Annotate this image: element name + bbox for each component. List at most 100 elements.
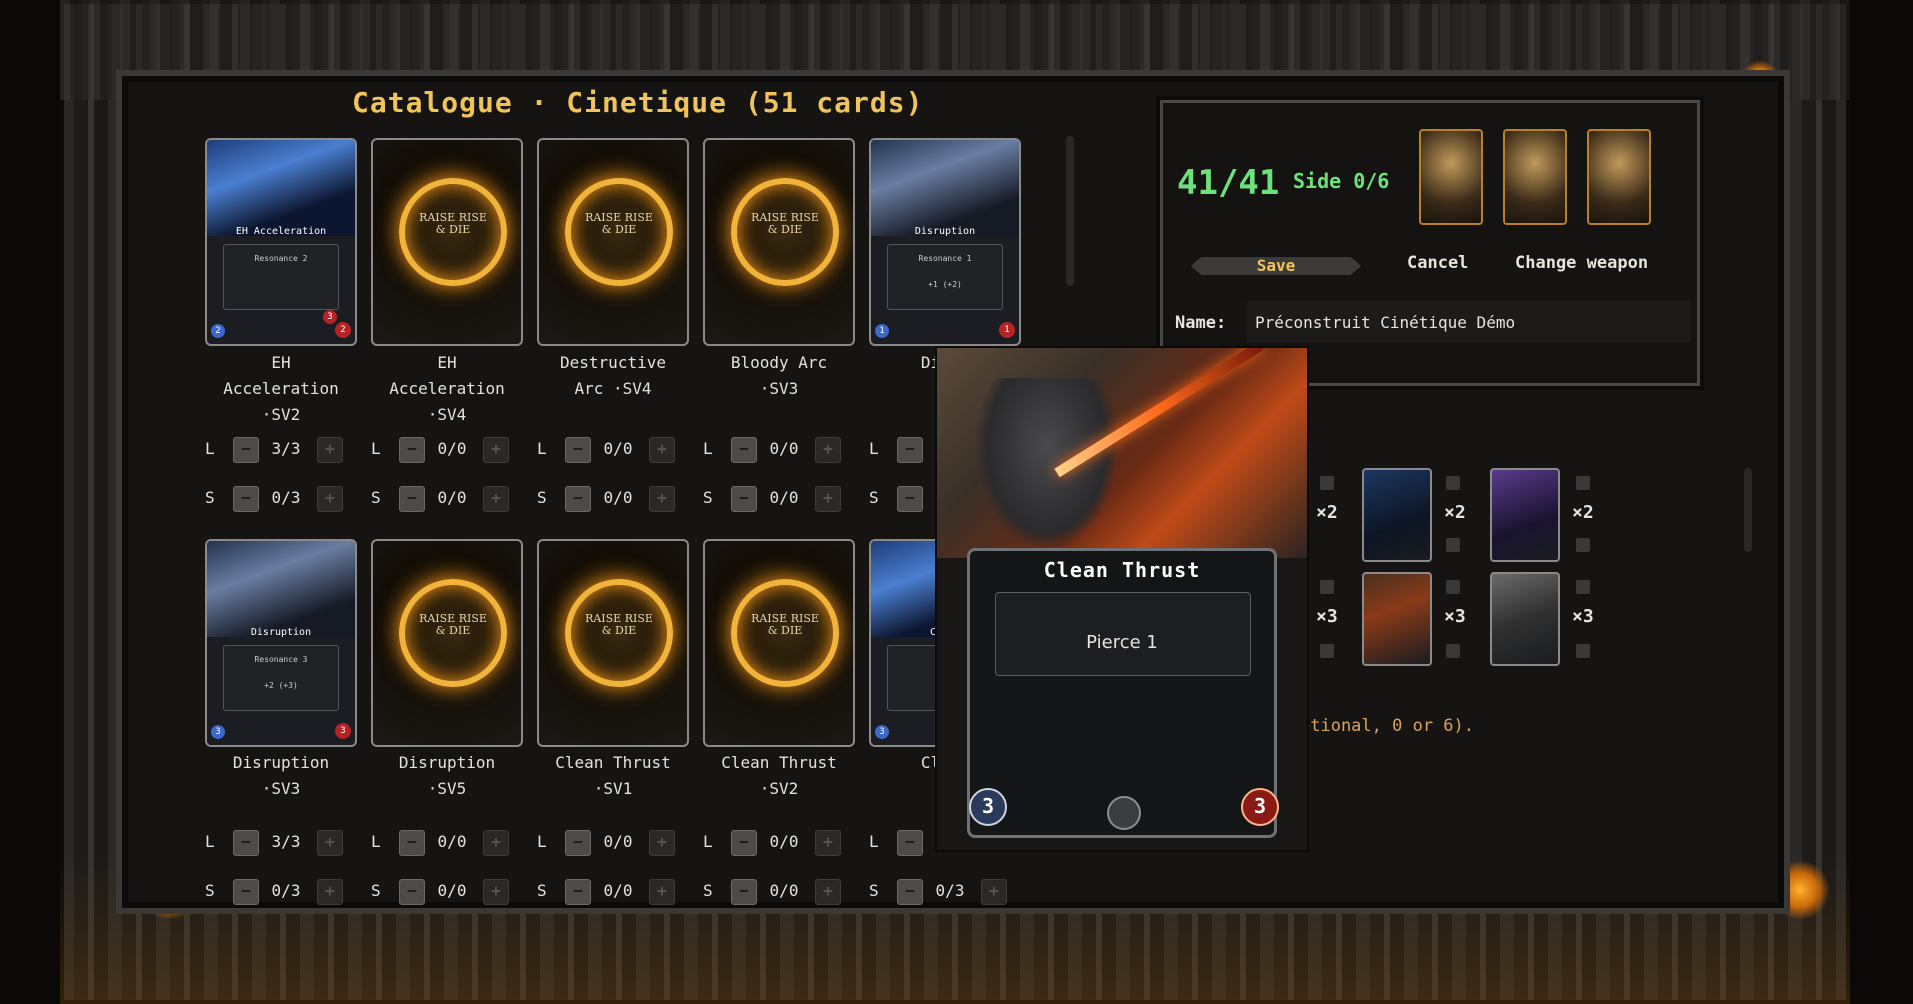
decrement-button[interactable]: − xyxy=(233,437,259,463)
catalogue-card[interactable]: RAISE RISE & DIE xyxy=(537,539,689,747)
catalogue-card[interactable]: Disruption Resonance 3 +2 (+3) 3 3 xyxy=(205,539,357,747)
add-dot[interactable] xyxy=(1446,538,1460,552)
decrement-button[interactable]: − xyxy=(233,879,259,905)
decrement-button[interactable]: − xyxy=(233,830,259,856)
remove-dot[interactable] xyxy=(1320,476,1334,490)
deck-scrollbar[interactable] xyxy=(1744,468,1752,552)
increment-button[interactable]: + xyxy=(649,437,675,463)
increment-button[interactable]: + xyxy=(317,879,343,905)
add-dot[interactable] xyxy=(1320,644,1334,658)
card-name: EH Acceleration ·SV4 xyxy=(389,353,505,424)
decrement-button[interactable]: − xyxy=(565,437,591,463)
increment-button[interactable]: + xyxy=(483,486,509,512)
deck-card-2[interactable] xyxy=(1490,468,1560,562)
catalogue-card[interactable]: RAISE RISE & DIE xyxy=(537,138,689,346)
decrement-button[interactable]: − xyxy=(565,830,591,856)
preview-gem-icon xyxy=(1107,796,1141,830)
decrement-button[interactable]: − xyxy=(731,437,757,463)
deck-name-input[interactable] xyxy=(1247,301,1691,343)
card-back-logo: RAISE RISE & DIE xyxy=(419,612,487,637)
increment-button[interactable]: + xyxy=(317,486,343,512)
count-value: 0/0 xyxy=(769,881,799,900)
card-cost-badge: 3 xyxy=(875,725,889,739)
increment-button[interactable]: + xyxy=(317,437,343,463)
add-dot[interactable] xyxy=(1576,538,1590,552)
card-name: EH Acceleration ·SV2 xyxy=(223,353,339,424)
increment-button[interactable]: + xyxy=(649,879,675,905)
weapon-card-1[interactable] xyxy=(1419,129,1483,225)
row-letter: S xyxy=(869,881,879,900)
decrement-button[interactable]: − xyxy=(399,486,425,512)
remove-dot[interactable] xyxy=(1446,476,1460,490)
catalogue-card[interactable]: RAISE RISE & DIE xyxy=(371,138,523,346)
count-value: 0/3 xyxy=(271,881,301,900)
remove-dot[interactable] xyxy=(1446,580,1460,594)
increment-button[interactable]: + xyxy=(483,879,509,905)
side-count-row: S −0/0 + xyxy=(371,486,531,512)
increment-button[interactable]: + xyxy=(981,879,1007,905)
count-value: 0/0 xyxy=(603,488,633,507)
decrement-button[interactable]: − xyxy=(897,486,923,512)
side-count-row: S −0/3 + xyxy=(205,879,365,905)
deck-qty-4: ×3 xyxy=(1316,606,1338,627)
deck-card-5[interactable] xyxy=(1490,572,1560,666)
increment-button[interactable]: + xyxy=(815,830,841,856)
deck-card-1[interactable] xyxy=(1362,468,1432,562)
remove-dot[interactable] xyxy=(1320,580,1334,594)
decrement-button[interactable]: − xyxy=(565,879,591,905)
card-cost-badge: 1 xyxy=(875,324,889,338)
catalogue-card[interactable]: EH Acceleration Resonance 2223 xyxy=(205,138,357,346)
remove-dot[interactable] xyxy=(1576,580,1590,594)
decrement-button[interactable]: − xyxy=(731,879,757,905)
decrement-button[interactable]: − xyxy=(399,830,425,856)
preview-card-title: Clean Thrust xyxy=(1043,558,1201,582)
increment-button[interactable]: + xyxy=(649,830,675,856)
decrement-button[interactable]: − xyxy=(897,830,923,856)
increment-button[interactable]: + xyxy=(317,830,343,856)
row-letter: L xyxy=(205,439,215,458)
increment-button[interactable]: + xyxy=(649,486,675,512)
catalogue-card[interactable]: RAISE RISE & DIE xyxy=(703,539,855,747)
decrement-button[interactable]: − xyxy=(731,830,757,856)
row-letter: S xyxy=(205,488,215,507)
cancel-button[interactable]: Cancel xyxy=(1407,253,1468,273)
change-weapon-button[interactable]: Change weapon xyxy=(1515,253,1648,273)
decrement-button[interactable]: − xyxy=(399,437,425,463)
decrement-button[interactable]: − xyxy=(897,437,923,463)
decrement-button[interactable]: − xyxy=(399,879,425,905)
side-count-row: S −0/0 + xyxy=(703,879,863,905)
add-dot[interactable] xyxy=(1576,644,1590,658)
deck-qty-5: ×3 xyxy=(1444,606,1466,627)
preview-effect-text: Pierce 1 xyxy=(1086,632,1158,653)
catalogue-scrollbar[interactable] xyxy=(1066,136,1074,286)
card-name: Bloody Arc ·SV3 xyxy=(730,353,828,398)
catalogue-card[interactable]: RAISE RISE & DIE xyxy=(371,539,523,747)
count-value: 0/3 xyxy=(935,881,965,900)
card-effect-text: Resonance 3 xyxy=(254,655,308,664)
increment-button[interactable]: + xyxy=(815,437,841,463)
decrement-button[interactable]: − xyxy=(897,879,923,905)
row-letter: L xyxy=(703,439,713,458)
card-art xyxy=(937,348,1307,558)
deck-qty-2: ×2 xyxy=(1444,502,1466,523)
decrement-button[interactable]: − xyxy=(565,486,591,512)
catalogue-card[interactable]: Disruption Resonance 1 +1 (+2) 1 1 xyxy=(869,138,1021,346)
increment-button[interactable]: + xyxy=(483,437,509,463)
decrement-button[interactable]: − xyxy=(731,486,757,512)
remove-dot[interactable] xyxy=(1576,476,1590,490)
card-back-logo: RAISE RISE & DIE xyxy=(585,211,653,236)
increment-button[interactable]: + xyxy=(815,879,841,905)
add-dot[interactable] xyxy=(1446,644,1460,658)
library-count-row: L −0/0 + xyxy=(537,830,697,856)
library-count-row: L −0/0 + xyxy=(537,437,697,463)
weapon-card-3[interactable] xyxy=(1587,129,1651,225)
increment-button[interactable]: + xyxy=(815,486,841,512)
card-back-logo: RAISE RISE & DIE xyxy=(751,211,819,236)
row-letter: L xyxy=(537,439,547,458)
weapon-card-2[interactable] xyxy=(1503,129,1567,225)
save-button[interactable]: Save xyxy=(1191,257,1361,275)
deck-card-4[interactable] xyxy=(1362,572,1432,666)
decrement-button[interactable]: − xyxy=(233,486,259,512)
catalogue-card[interactable]: RAISE RISE & DIE xyxy=(703,138,855,346)
increment-button[interactable]: + xyxy=(483,830,509,856)
